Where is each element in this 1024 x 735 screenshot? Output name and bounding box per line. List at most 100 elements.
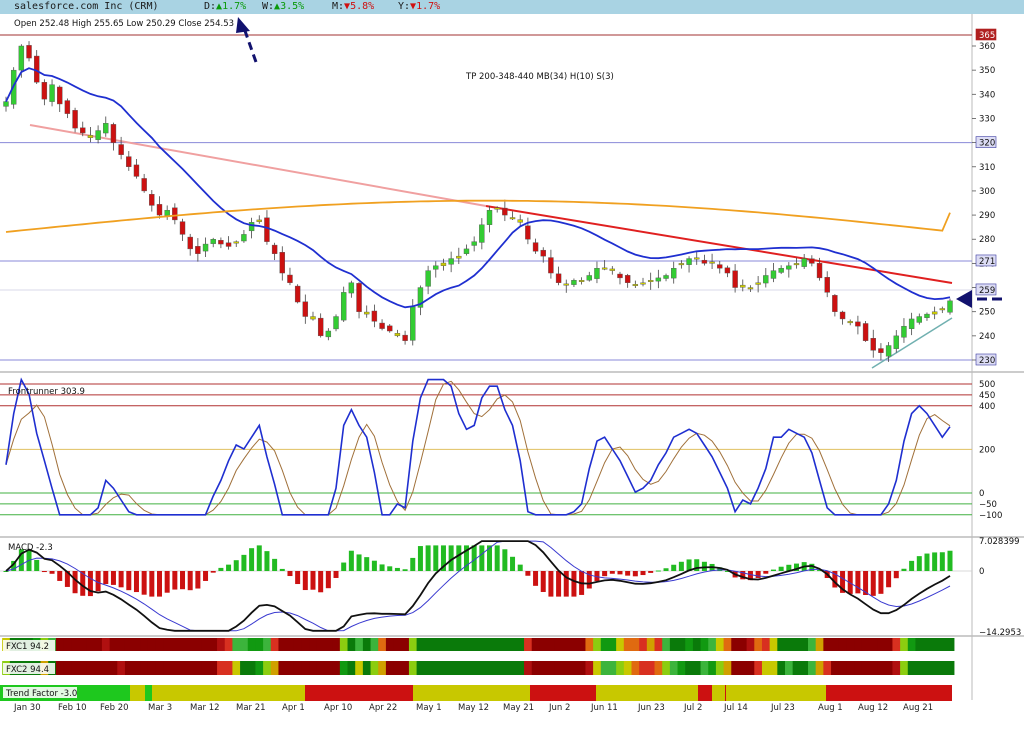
candle-body xyxy=(847,321,853,324)
candle-body xyxy=(763,275,769,284)
candle-body xyxy=(601,267,608,270)
fxc2-cell xyxy=(884,661,894,675)
fxc2-label-group: FXC2 94.4 xyxy=(3,663,55,675)
trend-factor-segment xyxy=(726,685,826,701)
fxc1-cell xyxy=(738,638,748,651)
candle-body xyxy=(348,282,355,294)
trend-factor-segment xyxy=(413,685,530,701)
fxc2-cell xyxy=(316,661,326,675)
macd-histogram-bar xyxy=(3,571,9,572)
candle-body xyxy=(494,207,500,210)
candle-body xyxy=(624,275,631,283)
macd-histogram-bar xyxy=(932,552,938,571)
fxc2-cell xyxy=(124,661,134,675)
fxc1-cell xyxy=(815,638,824,651)
candle-body xyxy=(294,285,301,303)
candle xyxy=(310,311,316,321)
fxc2-cell xyxy=(600,661,610,675)
price-tag-label: 320 xyxy=(979,139,995,149)
macd-histogram-bar xyxy=(870,571,876,596)
candle xyxy=(671,261,677,284)
candle-body xyxy=(187,236,193,250)
candle xyxy=(832,294,838,317)
candle-body xyxy=(517,219,523,223)
candle-body xyxy=(647,280,654,282)
candle-body xyxy=(931,311,938,315)
fxc1-cell xyxy=(900,638,909,651)
candle-body xyxy=(663,275,669,279)
macd-histogram-bar xyxy=(187,571,193,591)
x-axis-label: May 21 xyxy=(503,703,534,713)
candle xyxy=(126,151,132,171)
candle-body xyxy=(724,267,731,274)
candle xyxy=(617,271,623,285)
macd-histogram-bar xyxy=(540,571,546,592)
candle xyxy=(663,273,669,282)
price-tick-label: 340 xyxy=(979,90,995,100)
candle-body xyxy=(57,86,63,105)
fxc1-cell xyxy=(94,638,103,651)
macd-histogram-bar xyxy=(394,567,400,571)
candle xyxy=(302,294,309,324)
candle xyxy=(763,267,769,288)
candle xyxy=(870,329,876,358)
fxc1-cell xyxy=(715,638,725,651)
fxc1-cell xyxy=(416,638,425,651)
candle-body xyxy=(218,240,224,245)
candle-body xyxy=(609,268,616,271)
fxc2-cell xyxy=(217,661,226,675)
fxc2-cell xyxy=(777,661,786,675)
fxc1-cell xyxy=(240,638,249,651)
x-axis-label: Feb 20 xyxy=(100,703,129,713)
fxc2-cell xyxy=(109,661,118,675)
candle-body xyxy=(586,275,592,281)
fxc2-cell xyxy=(309,661,318,675)
fxc2-cell xyxy=(324,661,333,675)
x-axis-label: Mar 21 xyxy=(236,703,266,713)
candle xyxy=(417,285,424,316)
fxc2-cell xyxy=(946,661,955,675)
x-axis-label: Apr 22 xyxy=(369,703,397,713)
macd-histogram-bar xyxy=(387,566,393,571)
fxc1-cell xyxy=(132,638,141,651)
candle xyxy=(433,261,439,278)
candle xyxy=(279,246,285,281)
fxc2-cell xyxy=(201,661,210,675)
fxc1-cell xyxy=(884,638,894,651)
candle-body xyxy=(110,124,117,143)
macd-histogram-bar xyxy=(49,571,55,574)
trend-factor-segment xyxy=(698,685,712,701)
fxc2-cell xyxy=(808,661,817,675)
macd-histogram-bar xyxy=(41,571,47,573)
fxc2-cell xyxy=(132,661,141,675)
candle xyxy=(33,50,40,84)
macd-histogram-bar xyxy=(195,571,201,589)
fxc1-cell xyxy=(401,638,410,651)
x-axis-label: Mar 12 xyxy=(190,703,220,713)
candle-body xyxy=(855,321,861,327)
candle xyxy=(901,318,907,343)
candle-body xyxy=(732,270,738,288)
candle-body xyxy=(126,156,132,167)
candle xyxy=(701,254,708,266)
candle xyxy=(778,265,784,275)
macd-histogram-bar xyxy=(172,571,178,590)
candle xyxy=(471,236,477,252)
candle-body xyxy=(410,306,416,341)
candle xyxy=(732,264,738,293)
candle-body xyxy=(456,255,462,259)
macd-histogram-bar xyxy=(755,571,761,578)
fxc2-cell xyxy=(240,661,249,675)
candle xyxy=(609,266,616,275)
fxc1-cell xyxy=(508,638,517,651)
candle xyxy=(195,238,201,262)
fxc1-cell xyxy=(800,638,809,651)
fxc1-cell xyxy=(485,638,494,651)
candle-body xyxy=(379,322,385,329)
macd-histogram-bar xyxy=(379,564,385,571)
fxc2-cell xyxy=(516,661,525,675)
candle-body xyxy=(202,243,209,252)
macd-histogram-bar xyxy=(103,571,109,585)
fxc2-cell xyxy=(700,661,709,675)
candle xyxy=(624,273,631,288)
